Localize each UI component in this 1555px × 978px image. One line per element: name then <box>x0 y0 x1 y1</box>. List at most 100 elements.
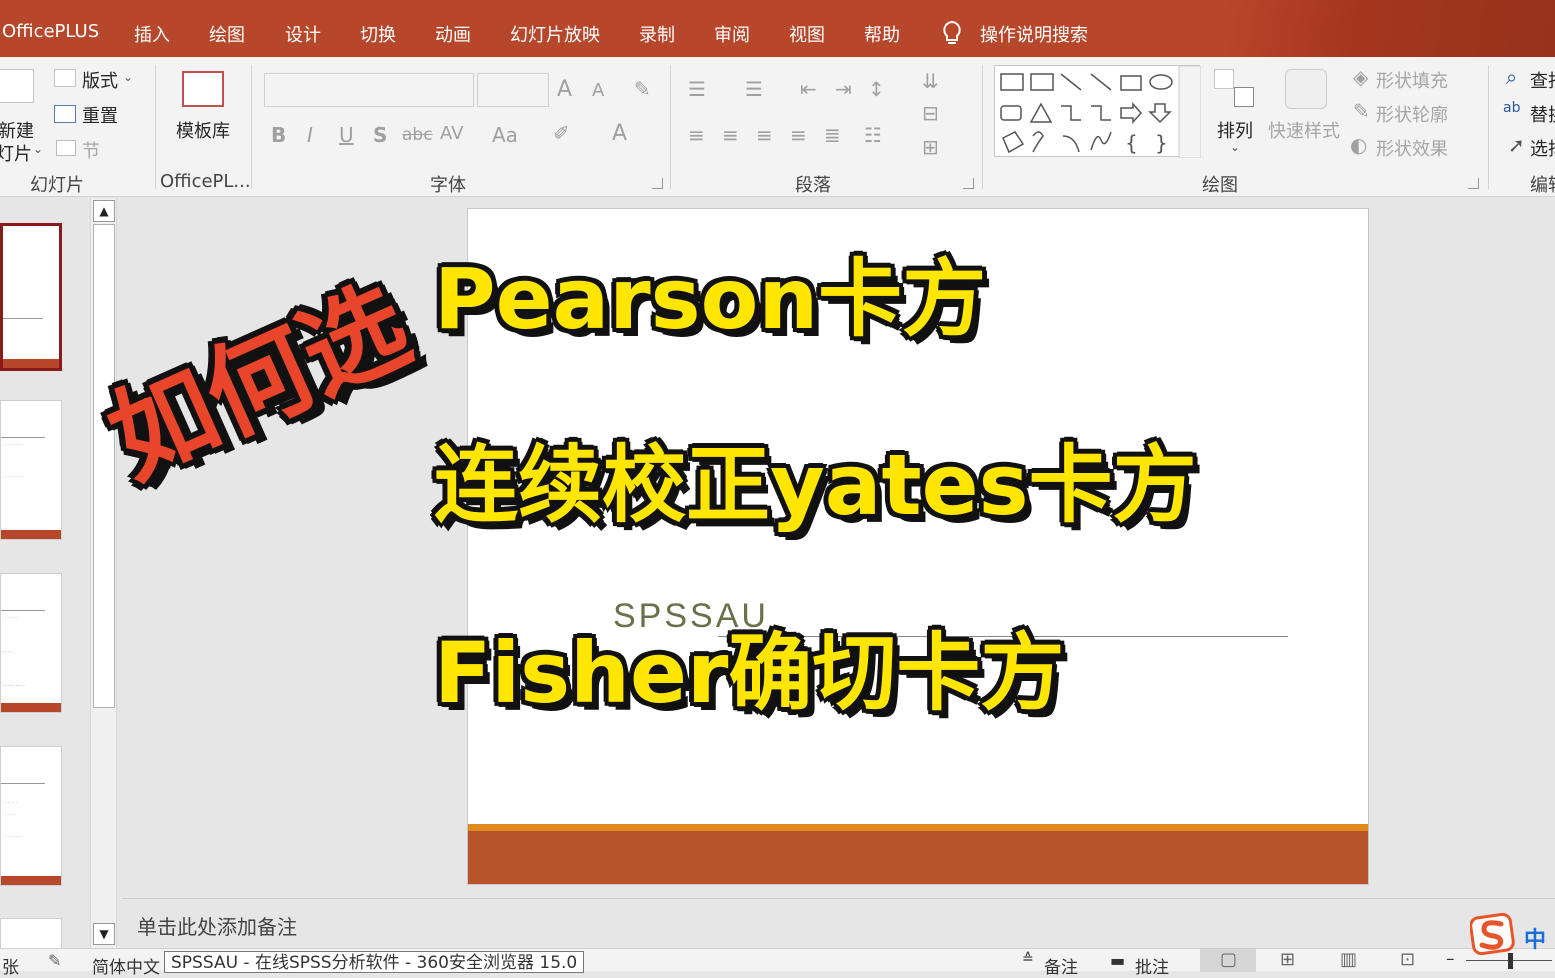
quick-styles-button[interactable]: 快速样式 <box>1268 117 1340 143</box>
ime-mode-indicator[interactable]: 中 <box>1524 922 1546 954</box>
notes-pane[interactable]: 单击此处添加备注 <box>122 898 1555 948</box>
sogou-ime-logo-icon[interactable] <box>1470 912 1518 956</box>
bold-button[interactable]: B <box>271 125 286 145</box>
scrollbar-thumb[interactable] <box>93 224 115 708</box>
chevron-down-icon[interactable]: ⌄ <box>123 71 133 83</box>
chevron-down-icon[interactable]: ⌄ <box>1230 141 1240 153</box>
smartart-icon[interactable]: ⊞ <box>922 137 939 157</box>
italic-button[interactable]: I <box>307 125 313 145</box>
scroll-down-icon[interactable]: ▼ <box>93 923 115 945</box>
align-center-icon[interactable]: ≡ <box>722 125 739 145</box>
shadow-button[interactable]: S <box>373 125 387 145</box>
grow-font-icon[interactable]: A <box>557 79 572 101</box>
section-icon[interactable] <box>56 140 76 156</box>
reset-button[interactable]: 重置 <box>82 102 118 128</box>
columns-icon[interactable]: ☷ <box>864 125 882 145</box>
scroll-up-icon[interactable]: ▲ <box>93 200 115 222</box>
template-library-button[interactable]: 模板库 <box>176 117 230 143</box>
tab-insert[interactable]: 插入 <box>134 21 170 47</box>
drawing-dialog-launcher-icon[interactable] <box>1468 178 1479 189</box>
shape-fill-button[interactable]: 形状填充 <box>1376 67 1448 93</box>
decrease-indent-icon[interactable]: ⇤ <box>800 79 817 99</box>
layout-icon[interactable] <box>54 69 76 87</box>
tell-me-search[interactable]: 操作说明搜索 <box>980 21 1088 47</box>
tab-view[interactable]: 视图 <box>789 21 825 47</box>
shape-effects-button[interactable]: 形状效果 <box>1376 135 1448 161</box>
strikethrough-button[interactable]: abc <box>402 127 433 144</box>
text-direction-icon[interactable]: ⇊ <box>922 71 939 91</box>
replace-icon[interactable]: ab <box>1503 101 1520 115</box>
tab-review[interactable]: 审阅 <box>714 21 750 47</box>
shape-effects-icon[interactable]: ◐ <box>1350 135 1367 155</box>
language-indicator[interactable]: 简体中文 <box>92 953 160 978</box>
align-text-icon[interactable]: ⊟ <box>922 103 939 123</box>
new-slide-icon[interactable] <box>0 69 34 103</box>
slide-sorter-icon[interactable]: ⊞ <box>1280 949 1295 970</box>
layout-button[interactable]: 版式 <box>82 67 118 93</box>
slide-thumbnail-3[interactable]: · · · · · · · · · · · · · · · · · · · <box>0 573 62 713</box>
menu-bar: OfficePLUS 插入 绘图 设计 切换 动画 幻灯片放映 录制 审阅 视图… <box>0 0 1555 57</box>
tab-help[interactable]: 帮助 <box>864 21 900 47</box>
line-spacing-icon[interactable]: ↕ <box>868 79 885 99</box>
arrange-icon[interactable] <box>1214 69 1234 89</box>
comments-icon[interactable]: ▬ <box>1110 951 1125 970</box>
tab-draw[interactable]: 绘图 <box>209 21 245 47</box>
highlight-icon[interactable]: ✐ <box>553 123 570 143</box>
notes-button[interactable]: 备注 <box>1044 953 1078 978</box>
numbering-icon[interactable]: ☰ <box>745 79 763 99</box>
slide-thumbnail-4[interactable]: · · · · · · · · · · · · · · · · · · · <box>0 746 62 886</box>
tab-officeplus[interactable]: OfficePLUS <box>2 21 99 42</box>
tab-design[interactable]: 设计 <box>285 21 321 47</box>
normal-view-icon: ▢ <box>1220 949 1238 970</box>
thumbnail-scrollbar[interactable]: ▲ ▼ <box>90 198 117 948</box>
select-button[interactable]: 选择 <box>1530 135 1555 161</box>
pen-icon[interactable]: ✎ <box>1353 101 1370 121</box>
shape-icons: { } <box>1000 65 1202 159</box>
spellcheck-icon[interactable]: ✎ <box>48 951 61 970</box>
zoom-out-icon[interactable]: – <box>1446 949 1455 969</box>
shape-outline-button[interactable]: 形状轮廓 <box>1376 101 1448 127</box>
font-name-combo[interactable] <box>264 73 474 107</box>
chevron-down-icon[interactable]: ⌄ <box>33 143 43 155</box>
bullets-icon[interactable]: ☰ <box>688 79 706 99</box>
notes-placeholder[interactable]: 单击此处添加备注 <box>137 911 297 940</box>
tab-transitions[interactable]: 切换 <box>360 21 396 47</box>
clear-format-icon[interactable]: ✎ <box>634 79 651 99</box>
slide-thumbnail-2[interactable]: · · · · · · · · · · · · · · · · · <box>0 400 62 540</box>
template-library-icon[interactable] <box>182 71 224 107</box>
font-color-button[interactable]: A <box>612 123 627 145</box>
slideshow-icon[interactable]: ⊡ <box>1400 949 1415 970</box>
char-spacing-button[interactable]: AV <box>440 125 463 143</box>
slide-thumbnail-1[interactable] <box>0 223 62 371</box>
overlay-title-pearson: Pearson卡方 <box>434 250 987 348</box>
paint-bucket-icon[interactable]: ◈ <box>1353 67 1368 87</box>
font-size-combo[interactable] <box>477 73 549 107</box>
align-left-icon[interactable]: ≡ <box>688 125 705 145</box>
cursor-icon[interactable]: ➚ <box>1508 135 1525 155</box>
change-case-button[interactable]: Aa <box>492 125 518 145</box>
font-dialog-launcher-icon[interactable] <box>652 178 663 189</box>
new-slide-label-2[interactable]: 灯片 <box>0 140 32 166</box>
tab-slideshow[interactable]: 幻灯片放映 <box>510 21 600 47</box>
comments-button[interactable]: 批注 <box>1135 953 1169 978</box>
replace-button[interactable]: 替换 <box>1530 101 1555 127</box>
slide-thumbnail-pane[interactable]: · · · · · · · · · · · · · · · · · · · · ·… <box>0 198 90 958</box>
notes-icon[interactable]: ≙ <box>1022 951 1034 967</box>
quick-styles-icon[interactable] <box>1285 69 1327 109</box>
distributed-icon[interactable]: ≣ <box>824 125 841 145</box>
shapes-gallery[interactable]: { } <box>994 65 1202 159</box>
paragraph-dialog-launcher-icon[interactable] <box>963 178 974 189</box>
tab-record[interactable]: 录制 <box>639 21 675 47</box>
increase-indent-icon[interactable]: ⇥ <box>835 79 852 99</box>
reset-icon[interactable] <box>54 105 76 123</box>
justify-icon[interactable]: ≡ <box>790 125 807 145</box>
underline-button[interactable]: U <box>339 125 354 145</box>
section-button[interactable]: 节 <box>82 137 100 163</box>
shrink-font-icon[interactable]: A <box>592 82 604 100</box>
find-button[interactable]: 查找 <box>1530 67 1555 93</box>
search-icon[interactable]: ⌕ <box>1506 67 1517 87</box>
tab-animations[interactable]: 动画 <box>435 21 471 47</box>
reading-view-icon[interactable]: ▥ <box>1340 949 1357 970</box>
align-right-icon[interactable]: ≡ <box>756 125 773 145</box>
lightbulb-icon[interactable] <box>941 20 963 46</box>
